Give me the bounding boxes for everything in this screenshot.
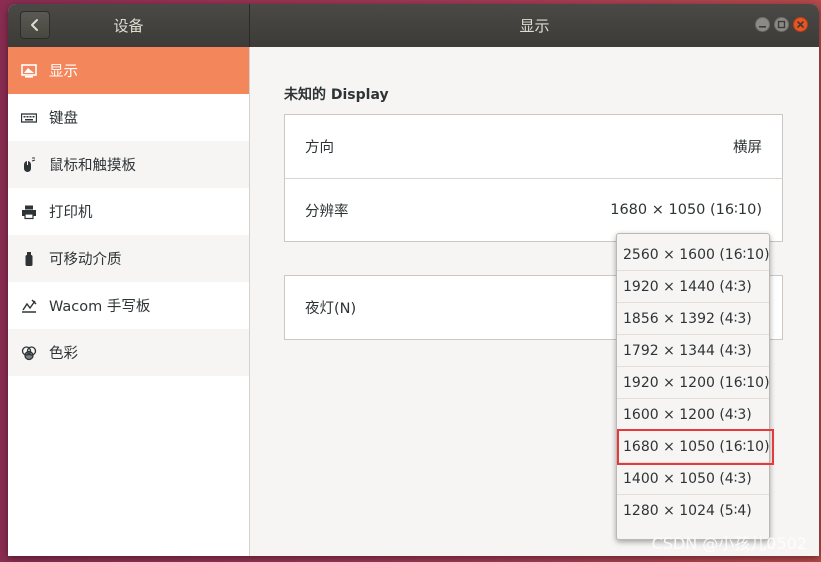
maximize-button[interactable]	[774, 17, 789, 32]
resolution-option[interactable]: 1792 × 1344 (4∶3)	[617, 335, 769, 367]
header-bar: 设备 显示	[8, 4, 819, 48]
resolution-dropdown: 2560 × 1600 (16∶10) 1920 × 1440 (4∶3) 18…	[616, 233, 770, 540]
close-icon	[797, 21, 804, 28]
resolution-option[interactable]: 1856 × 1392 (4∶3)	[617, 303, 769, 335]
keyboard-icon	[21, 110, 37, 126]
resolution-option[interactable]: 1920 × 1200 (16∶10)	[617, 367, 770, 399]
display-section-title: 未知的 Display	[284, 87, 389, 103]
watermark: CSDN @小孩儿0502	[651, 534, 807, 553]
resolution-option[interactable]: 1920 × 1440 (4∶3)	[617, 271, 769, 303]
orientation-value: 横屏	[733, 140, 762, 156]
sidebar: 显示 键盘 鼠标和触摸板 打印机 可移动介质 Wacom 手写板 色彩	[8, 47, 250, 556]
sidebar-item-color[interactable]: 色彩	[8, 329, 249, 376]
sidebar-item-printers[interactable]: 打印机	[8, 188, 249, 235]
color-icon	[21, 345, 37, 361]
orientation-row[interactable]: 方向 横屏	[285, 115, 782, 178]
resolution-row[interactable]: 分辨率 1680 × 1050 (16∶10)	[285, 178, 782, 241]
sidebar-item-label: Wacom 手写板	[49, 299, 151, 315]
resolution-label: 分辨率	[305, 203, 349, 220]
sidebar-item-display[interactable]: 显示	[8, 47, 249, 94]
close-button[interactable]	[793, 17, 808, 32]
resolution-option[interactable]: 1280 × 1024 (5∶4)	[617, 495, 769, 527]
page-title: 显示	[519, 17, 550, 35]
sidebar-item-wacom-tablet[interactable]: Wacom 手写板	[8, 282, 249, 329]
printer-icon	[21, 204, 37, 220]
sidebar-item-label: 打印机	[49, 205, 93, 221]
removable-media-icon	[21, 251, 37, 267]
minimize-button[interactable]	[755, 17, 770, 32]
display-settings-frame: 方向 横屏 分辨率 1680 × 1050 (16∶10)	[284, 114, 783, 242]
mouse-icon	[21, 157, 37, 173]
sidebar-item-label: 可移动介质	[49, 252, 122, 268]
maximize-icon	[777, 20, 786, 29]
back-button[interactable]	[20, 11, 50, 39]
resolution-option[interactable]: 1600 × 1200 (4∶3)	[617, 399, 769, 431]
orientation-label: 方向	[305, 140, 334, 156]
window-controls	[755, 17, 808, 32]
night-light-label: 夜灯(N)	[305, 301, 357, 317]
sidebar-item-label: 显示	[49, 64, 78, 80]
sidebar-item-keyboard[interactable]: 键盘	[8, 94, 249, 141]
resolution-option[interactable]: 1400 × 1050 (4∶3)	[617, 463, 769, 495]
sidebar-item-label: 鼠标和触摸板	[49, 158, 136, 174]
display-icon	[21, 63, 37, 79]
chevron-left-icon	[31, 19, 38, 31]
sidebar-item-label: 键盘	[49, 111, 78, 127]
resolution-value: 1680 × 1050 (16∶10)	[610, 202, 762, 218]
sidebar-item-mouse[interactable]: 鼠标和触摸板	[8, 141, 249, 188]
tablet-icon	[21, 298, 37, 314]
sidebar-item-label: 色彩	[49, 346, 78, 362]
resolution-option-selected[interactable]: 1680 × 1050 (16∶10)	[617, 431, 770, 463]
sidebar-item-removable-media[interactable]: 可移动介质	[8, 235, 249, 282]
minimize-icon	[759, 26, 766, 28]
resolution-option[interactable]: 2560 × 1600 (16∶10)	[617, 239, 770, 271]
